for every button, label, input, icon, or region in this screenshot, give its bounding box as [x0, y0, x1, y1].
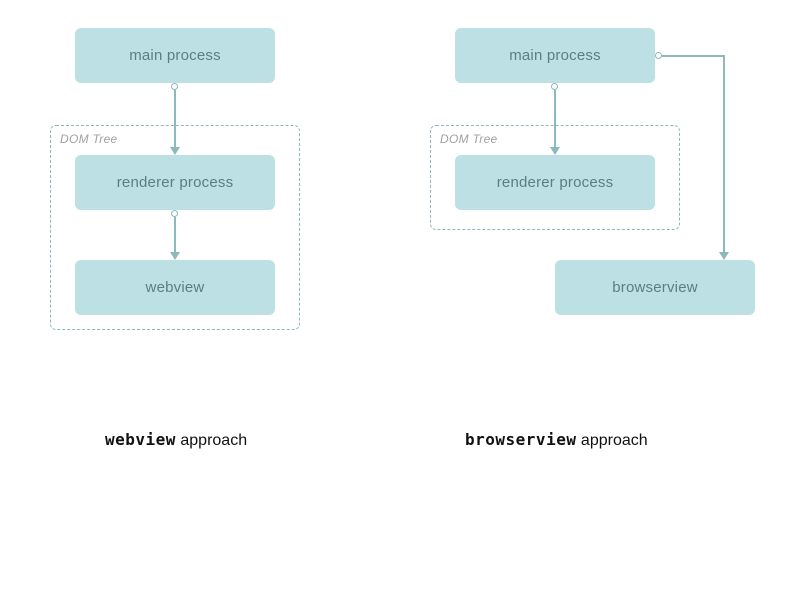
caption-left-rest: approach	[176, 432, 247, 449]
caption-left: webview approach	[105, 430, 247, 450]
box-main-process-right: main process	[455, 28, 655, 83]
caption-right: browserview approach	[465, 430, 648, 450]
arrow-head-icon	[719, 252, 729, 260]
box-browserview-right: browserview	[555, 260, 755, 315]
arrow-line	[723, 55, 725, 253]
box-webview-left: webview	[75, 260, 275, 315]
arrow-tail-icon	[551, 83, 558, 90]
box-renderer-process-right: renderer process	[455, 155, 655, 210]
caption-right-rest: approach	[576, 432, 647, 449]
arrow-head-icon	[170, 147, 180, 155]
diagram-canvas: main process DOM Tree renderer process w…	[0, 0, 800, 600]
arrow-line	[554, 90, 556, 148]
arrow-tail-icon	[171, 210, 178, 217]
box-renderer-process-left: renderer process	[75, 155, 275, 210]
arrow-tail-icon	[655, 52, 662, 59]
arrow-line	[174, 217, 176, 253]
arrow-head-icon	[550, 147, 560, 155]
arrow-head-icon	[170, 252, 180, 260]
caption-left-mono: webview	[105, 430, 176, 449]
arrow-tail-icon	[171, 83, 178, 90]
caption-right-mono: browserview	[465, 430, 576, 449]
box-main-process-left: main process	[75, 28, 275, 83]
arrow-line	[174, 90, 176, 148]
dom-tree-label-right: DOM Tree	[440, 132, 498, 146]
arrow-line	[662, 55, 724, 57]
dom-tree-label-left: DOM Tree	[60, 132, 118, 146]
